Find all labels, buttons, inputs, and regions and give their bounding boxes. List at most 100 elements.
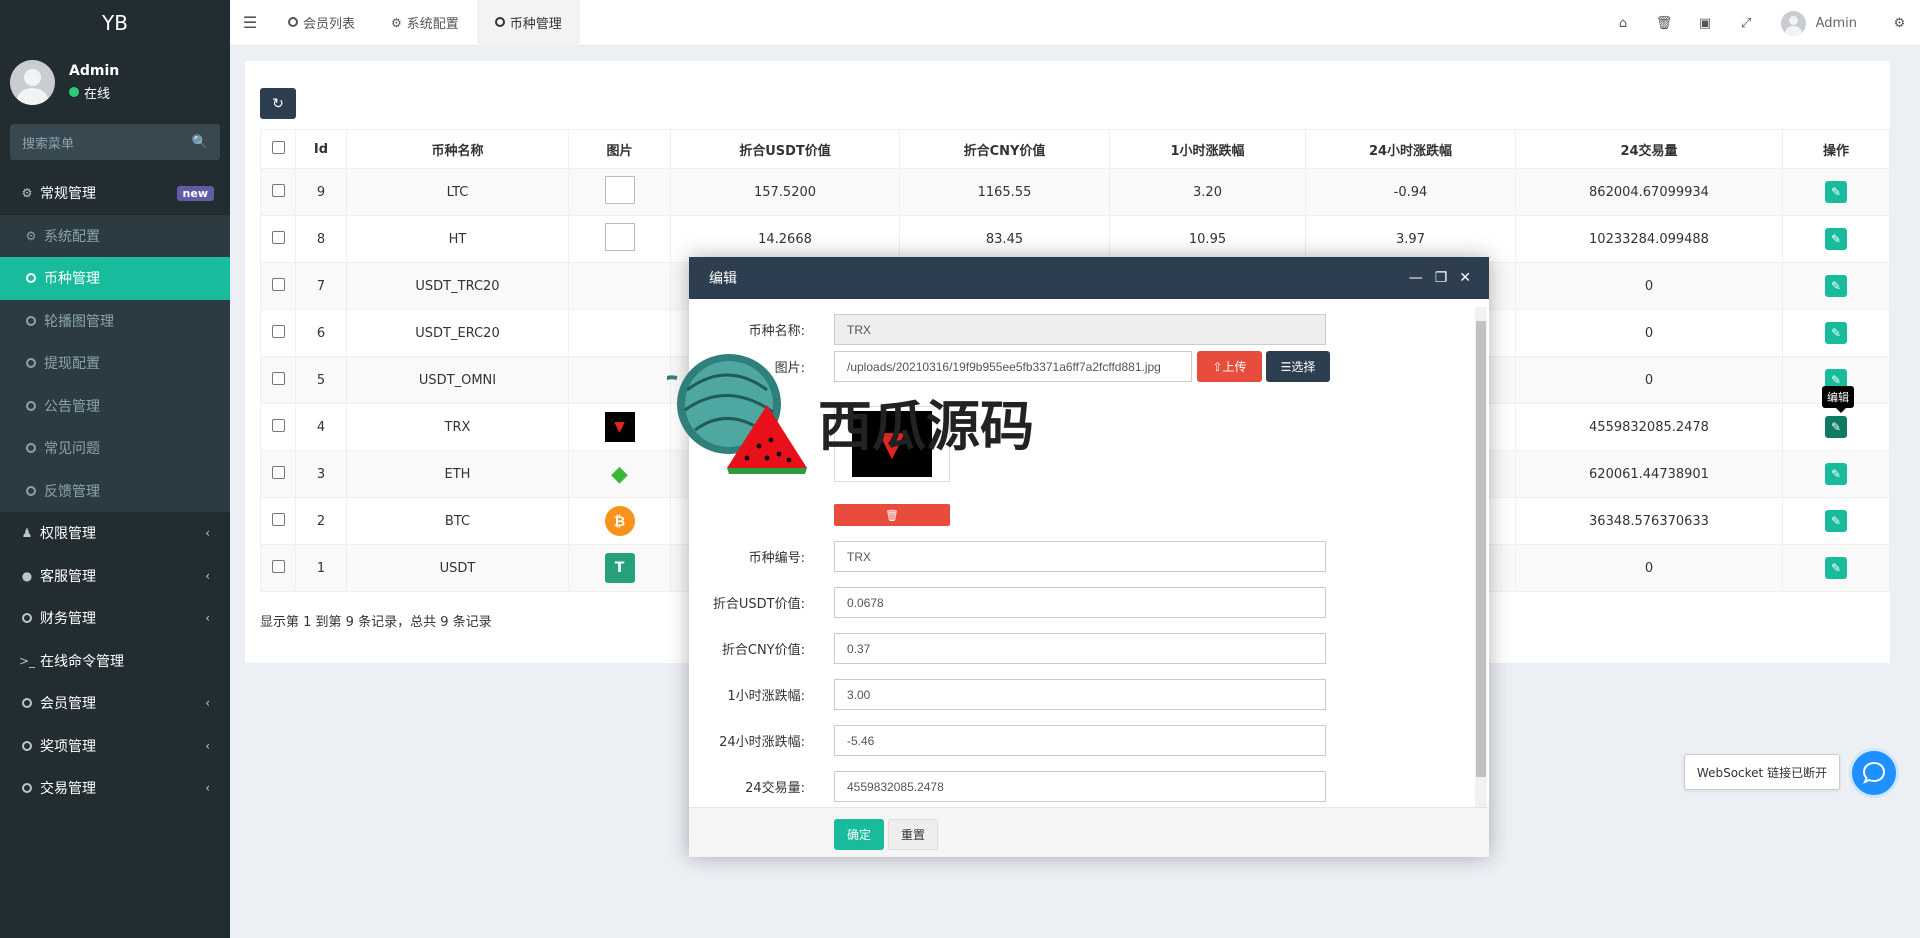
reset-button[interactable]: 重置 (888, 819, 938, 850)
home-icon[interactable]: ⌂ (1603, 16, 1644, 31)
language-icon[interactable]: ▣ (1685, 16, 1726, 31)
maximize-icon[interactable]: ❐ (1435, 270, 1448, 286)
col-header[interactable]: 图片 (568, 129, 671, 169)
edit-button[interactable]: ✎ (1825, 275, 1847, 297)
gear-icon: ⚙ (391, 15, 402, 30)
row-checkbox[interactable] (260, 497, 296, 545)
cell-actions: ✎ (1782, 168, 1890, 216)
tab-member-list[interactable]: 会员列表 (270, 0, 373, 46)
sidebar-item-faq[interactable]: 常见问题 (0, 427, 230, 470)
code-field[interactable]: TRX (834, 541, 1326, 572)
scroll-thumb[interactable] (1476, 321, 1486, 777)
cell-id: 7 (295, 262, 347, 310)
row-checkbox[interactable] (260, 168, 296, 216)
col-header[interactable]: 24小时涨跌幅 (1305, 129, 1516, 169)
sidebar-item-permissions[interactable]: ♟ 权限管理 ‹ (0, 512, 230, 555)
cell-name: HT (346, 215, 569, 263)
sidebar-item-system-config[interactable]: ⚙ 系统配置 (0, 214, 230, 257)
broken-image-icon (604, 176, 635, 204)
upload-button[interactable]: ⇧ 上传 (1197, 351, 1262, 382)
field-label: 折合CNY价值: (721, 643, 805, 658)
row-checkbox[interactable] (260, 450, 296, 498)
h1-change-field[interactable]: 3.00 (834, 679, 1326, 710)
modal-scrollbar[interactable] (1475, 307, 1487, 807)
menu-toggle-icon[interactable]: ☰ (230, 13, 270, 32)
name-field[interactable]: TRX (834, 314, 1326, 345)
select-all-checkbox[interactable] (260, 129, 296, 169)
minimize-icon[interactable]: — (1409, 270, 1423, 286)
sidebar-item-members[interactable]: 会员管理 ‹ (0, 682, 230, 725)
circle-icon (24, 485, 38, 496)
sidebar-item-trading[interactable]: 交易管理 ‹ (0, 767, 230, 810)
sidebar-item-finance[interactable]: 财务管理 ‹ (0, 597, 230, 640)
edit-button[interactable]: ✎ (1825, 510, 1847, 532)
sidebar-item-label: 提现配置 (44, 356, 100, 373)
tab-system-config[interactable]: ⚙ 系统配置 (373, 0, 477, 46)
row-checkbox[interactable] (260, 215, 296, 263)
trash-icon[interactable]: 🗑 (1644, 16, 1685, 31)
col-header[interactable]: 折合USDT价值 (670, 129, 900, 169)
pencil-icon: ✎ (1830, 279, 1842, 293)
select-button[interactable]: ☰ 选择 (1266, 351, 1330, 382)
row-checkbox[interactable] (260, 309, 296, 357)
menu-search-input[interactable]: 搜索菜单 🔍 (10, 124, 220, 160)
col-header[interactable]: 24交易量 (1515, 129, 1783, 169)
cell-volume: 10233284.099488 (1515, 215, 1783, 263)
form-row-volume: 24交易量: 4559832085.2478 (689, 771, 1329, 802)
watermark-text: 西瓜源码 (818, 395, 1034, 458)
col-header[interactable]: 币种名称 (346, 129, 569, 169)
col-header[interactable]: Id (295, 129, 347, 169)
settings-icon[interactable]: ⚙ (1879, 16, 1920, 31)
row-checkbox[interactable] (260, 544, 296, 592)
edit-button[interactable]: ✎ (1825, 322, 1847, 344)
edit-button[interactable]: ✎ (1825, 557, 1847, 579)
field-label: 币种编号: (748, 551, 805, 566)
sidebar-item-feedback[interactable]: 反馈管理 (0, 469, 230, 512)
row-checkbox[interactable] (260, 403, 296, 451)
sidebar-menu: ⚙ 常规管理 new ⚙ 系统配置 币种管理 轮播图管理 提现配置 公告管理 常… (0, 172, 230, 810)
search-icon[interactable]: 🔍 (192, 135, 208, 150)
usdt-value-field[interactable]: 0.0678 (834, 587, 1326, 618)
tab-coin-management[interactable]: 币种管理 (476, 0, 580, 46)
top-user-menu[interactable]: Admin (1767, 10, 1879, 36)
delete-image-button[interactable]: 🗑 (834, 504, 950, 526)
fullscreen-icon[interactable]: ⤢ (1726, 16, 1767, 31)
row-checkbox[interactable] (260, 262, 296, 310)
refresh-button[interactable]: ↻ (260, 88, 296, 119)
edit-button[interactable]: ✎ (1825, 463, 1847, 485)
col-header[interactable]: 1小时涨跌幅 (1109, 129, 1306, 169)
image-path-field[interactable]: /uploads/20210316/19f9b955ee5fb3371a6ff7… (834, 351, 1192, 382)
sidebar-item-awards[interactable]: 奖项管理 ‹ (0, 725, 230, 768)
sidebar-item-general[interactable]: ⚙ 常规管理 new (0, 172, 230, 215)
sidebar-item-command[interactable]: >_ 在线命令管理 (0, 640, 230, 683)
usdt-logo-icon: T (604, 553, 635, 583)
cell-actions: ✎ (1782, 262, 1890, 310)
volume-field[interactable]: 4559832085.2478 (834, 771, 1326, 802)
confirm-button[interactable]: 确定 (834, 819, 884, 850)
cell-volume: 36348.576370633 (1515, 497, 1783, 545)
tab-label: 币种管理 (509, 17, 562, 32)
edit-button[interactable]: ✎ (1825, 181, 1847, 203)
modal-header[interactable]: 编辑 — ❐ ✕ (689, 257, 1489, 299)
trash-icon: 🗑 (885, 508, 899, 522)
sidebar-item-withdraw-config[interactable]: 提现配置 (0, 342, 230, 385)
sidebar-item-coin-management[interactable]: 币种管理 (0, 257, 230, 300)
logo[interactable]: YB (0, 0, 230, 46)
sidebar-item-customer-service[interactable]: ● 客服管理 ‹ (0, 555, 230, 598)
cny-value-field[interactable]: 0.37 (834, 633, 1326, 664)
pencil-icon: ✎ (1830, 326, 1842, 340)
cell-id: 2 (295, 497, 347, 545)
cell-image (568, 356, 671, 404)
sidebar-item-carousel[interactable]: 轮播图管理 (0, 299, 230, 342)
table-header-row: Id 币种名称 图片 折合USDT价值 折合CNY价值 1小时涨跌幅 24小时涨… (260, 129, 1890, 169)
gear-icon: ⚙ (25, 228, 37, 243)
chat-bubble-icon[interactable] (1849, 748, 1899, 798)
close-icon[interactable]: ✕ (1459, 270, 1471, 286)
edit-button[interactable]: ✎ (1825, 228, 1847, 250)
h24-change-field[interactable]: -5.46 (834, 725, 1326, 756)
col-header: 操作 (1782, 129, 1890, 169)
col-header[interactable]: 折合CNY价值 (899, 129, 1110, 169)
sidebar-item-announcements[interactable]: 公告管理 (0, 384, 230, 427)
edit-button[interactable]: ✎ (1825, 416, 1847, 438)
row-checkbox[interactable] (260, 356, 296, 404)
